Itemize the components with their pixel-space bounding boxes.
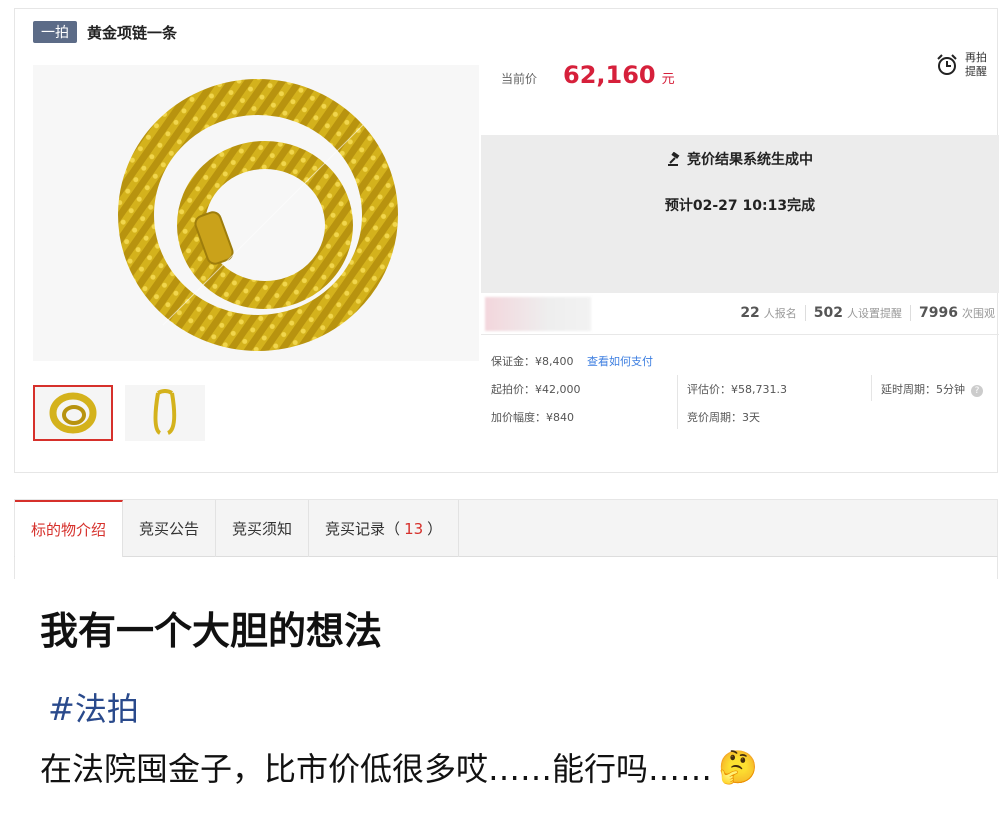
- auction-status-box: 竞价结果系统生成中 预计02-27 10:13完成: [481, 135, 999, 293]
- auction-round-tag: 一拍: [33, 21, 77, 43]
- thumbnail-strip: [33, 385, 205, 441]
- start-price: 起拍价：¥42,000: [491, 383, 581, 396]
- stats-divider: [910, 305, 912, 321]
- appraisal-price: 评估价：¥58,731.3: [687, 383, 787, 396]
- views-label: 次围观: [962, 307, 995, 320]
- info-divider: [871, 375, 872, 401]
- main-product-image[interactable]: [33, 65, 479, 361]
- remind-label-line2: 提醒: [965, 65, 987, 78]
- post-caption: 我有一个大胆的想法: [40, 609, 383, 653]
- reminders-count: 502: [813, 305, 844, 321]
- deposit-row: 保证金：¥8,400 查看如何支付: [491, 353, 653, 369]
- post-body: 在法院囤金子，比市价低很多哎……能行吗…… 🤔: [40, 744, 758, 790]
- stats-divider: [804, 305, 806, 321]
- necklace-coil-thumb-icon: [49, 392, 97, 434]
- bid-records-label: 竞买记录（: [325, 520, 401, 538]
- thumbnail-1[interactable]: [33, 385, 113, 441]
- bid-records-suffix: ）: [427, 520, 443, 538]
- remind-label-line1: 再拍: [965, 51, 987, 64]
- price-unit: 元: [661, 72, 675, 87]
- tab-announcement[interactable]: 竞买公告: [123, 500, 217, 557]
- current-price: 62,160: [563, 61, 656, 89]
- price-row: 当前价 62,160 元: [501, 61, 675, 89]
- title-row: 一拍 黄金项链一条: [33, 21, 177, 43]
- views-count: 7996: [919, 305, 958, 321]
- gold-necklace-image: [33, 65, 479, 361]
- deposit-text: 保证金：¥8,400: [491, 355, 574, 368]
- participation-stats: 22 人报名 502 人设置提醒 7996 次围观: [740, 305, 995, 321]
- bid-increment: 加价幅度：¥840: [491, 411, 574, 424]
- stats-row: 22 人报名 502 人设置提醒 7996 次围观: [481, 295, 999, 335]
- info-divider: [677, 375, 678, 429]
- signups-label: 人报名: [763, 307, 797, 320]
- help-icon[interactable]: ?: [971, 385, 983, 397]
- status-expected-time: 预计02-27 10:13完成: [664, 198, 816, 214]
- detail-tabs: 标的物介绍 竞买公告 竞买须知 竞买记录（ 13）: [14, 499, 998, 557]
- auction-card: 一拍 黄金项链一条 当前价 62,160 元 再拍 提醒 竞价结果系统生成中 预…: [14, 8, 999, 473]
- status-generating: 竞价结果系统生成中: [481, 149, 999, 169]
- tab-bid-records[interactable]: 竞买记录（ 13）: [309, 500, 460, 557]
- tab-item-intro[interactable]: 标的物介绍: [15, 500, 124, 557]
- status-line1-text: 竞价结果系统生成中: [687, 152, 813, 168]
- signups-count: 22: [740, 305, 760, 321]
- post-body-text: 在法院囤金子，比市价低很多哎……能行吗……: [40, 750, 713, 788]
- necklace-hanging-thumb-icon: [153, 389, 177, 435]
- alarm-clock-icon: [937, 54, 957, 75]
- how-to-pay-link[interactable]: 查看如何支付: [587, 355, 653, 368]
- post-hashtag[interactable]: #法拍: [48, 684, 139, 730]
- delay-period: 延时周期：5分钟: [881, 383, 965, 396]
- gavel-icon: [668, 151, 680, 166]
- tab-content: [14, 557, 998, 579]
- thumbnail-2[interactable]: [125, 385, 205, 441]
- price-label: 当前价: [501, 72, 538, 86]
- blurred-region: [485, 297, 591, 331]
- re-auction-reminder-button[interactable]: 再拍 提醒: [935, 51, 987, 79]
- reminders-label: 人设置提醒: [847, 307, 903, 320]
- delay-period-row: 延时周期：5分钟?: [881, 381, 983, 397]
- tab-bidding-notes[interactable]: 竞买须知: [216, 500, 310, 557]
- bid-records-count: 13: [404, 519, 424, 538]
- item-title: 黄金项链一条: [87, 23, 178, 42]
- thinking-face-icon: 🤔: [718, 748, 758, 786]
- bid-cycle: 竞价周期：3天: [687, 411, 760, 424]
